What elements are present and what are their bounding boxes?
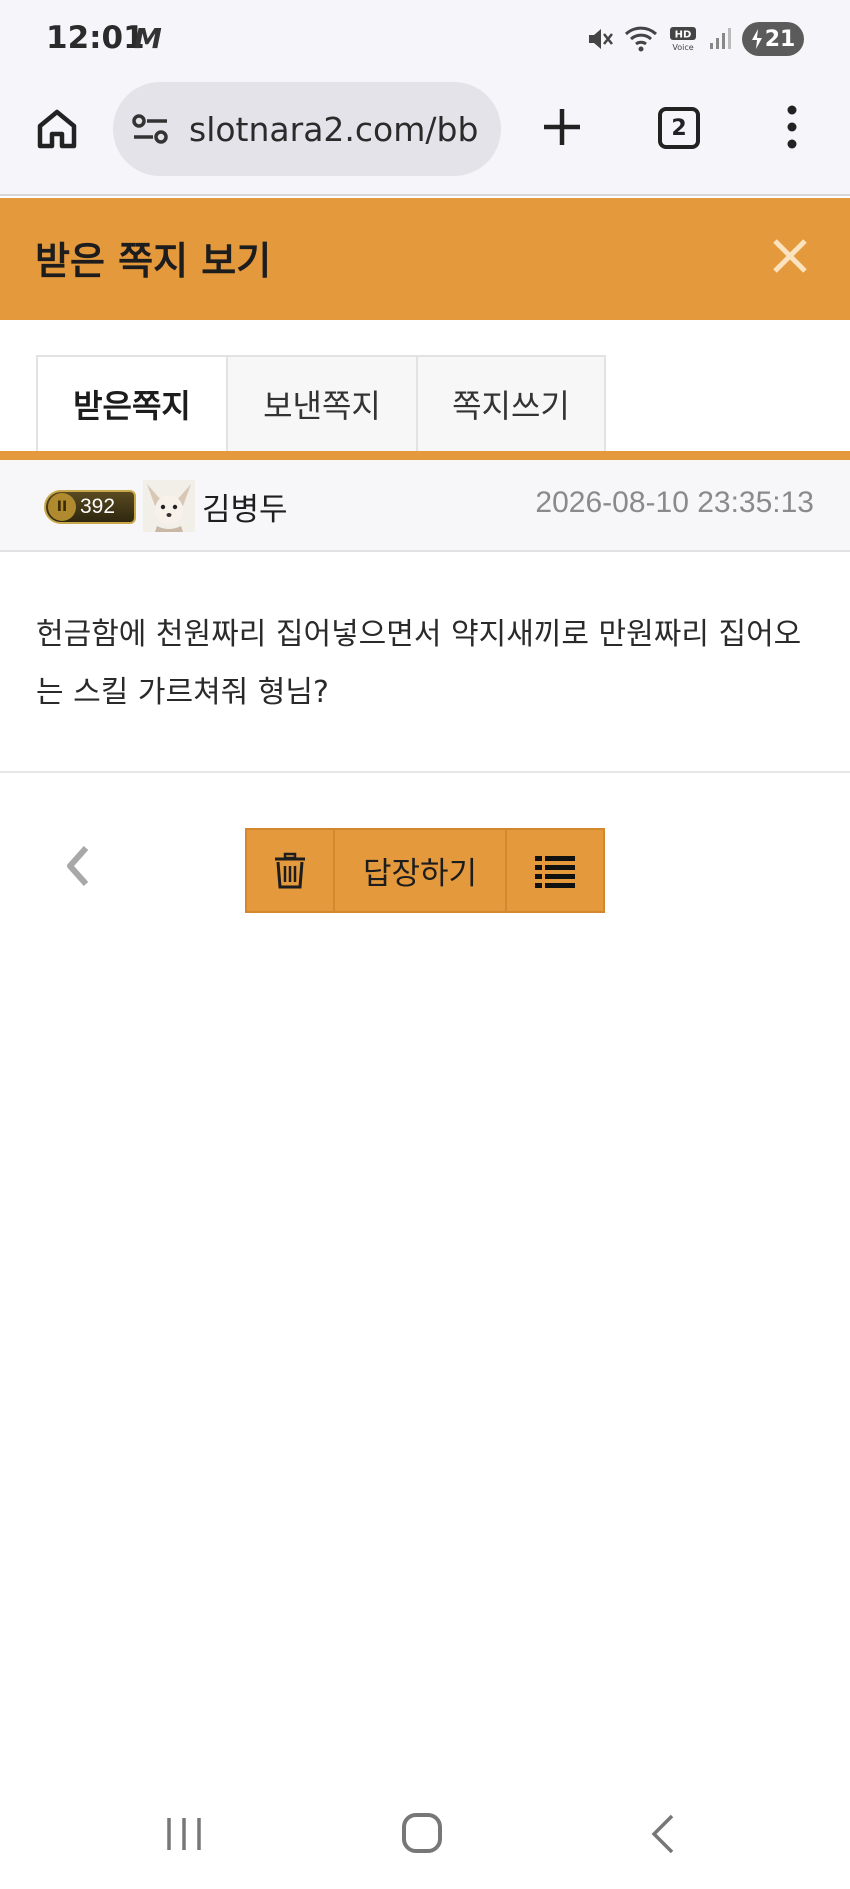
- system-nav-bar: [0, 1780, 850, 1889]
- reply-button[interactable]: 답장하기: [335, 830, 507, 911]
- previous-arrow-icon[interactable]: [62, 844, 92, 888]
- sender-name[interactable]: 김병두: [202, 484, 288, 529]
- divider: [0, 771, 850, 773]
- status-icons: HD Voice 21: [586, 22, 804, 56]
- message-date: 2026-08-10 23:35:13: [535, 486, 814, 519]
- page-title: 받은 쪽지 보기: [35, 239, 272, 283]
- home-nav-icon[interactable]: [402, 1813, 442, 1853]
- tab-sent[interactable]: 보낸쪽지: [226, 355, 416, 451]
- message-tabs: 받은쪽지 보낸쪽지 쪽지쓰기: [36, 355, 606, 451]
- page-header: 받은 쪽지 보기: [0, 198, 850, 320]
- delete-button[interactable]: [247, 830, 335, 911]
- home-icon[interactable]: [32, 104, 82, 154]
- level-badge: II 392: [44, 490, 136, 524]
- wifi-icon: [624, 26, 658, 52]
- avatar[interactable]: [143, 480, 195, 532]
- carrier-icon: M: [134, 22, 162, 55]
- level-icon: II: [48, 493, 76, 521]
- list-icon: [535, 855, 575, 888]
- status-bar: 12:01 M HD Voice 21: [0, 0, 850, 80]
- close-icon[interactable]: [765, 231, 815, 281]
- mute-icon: [589, 29, 613, 49]
- new-tab-icon[interactable]: [537, 102, 587, 152]
- message-actions: 답장하기: [245, 828, 605, 913]
- hd-voice-icon: HD Voice: [670, 27, 696, 52]
- url-text[interactable]: slotnara2.com/bb: [189, 110, 478, 149]
- more-menu-icon[interactable]: [780, 102, 804, 152]
- status-time: 12:01: [46, 20, 145, 56]
- message-header: II 392 김병두 2026-08-10 23:35:13: [0, 460, 850, 552]
- signal-icon: [710, 28, 731, 49]
- tab-underline: [0, 451, 850, 460]
- tab-compose[interactable]: 쪽지쓰기: [416, 355, 606, 451]
- svg-text:Voice: Voice: [672, 43, 693, 52]
- site-settings-icon[interactable]: [131, 112, 171, 146]
- address-bar[interactable]: slotnara2.com/bb: [113, 82, 501, 176]
- level-number: 392: [80, 495, 116, 518]
- battery-level: 21: [764, 26, 796, 52]
- battery-icon: 21: [742, 22, 804, 56]
- browser-toolbar: slotnara2.com/bb 2: [0, 80, 850, 196]
- tab-received[interactable]: 받은쪽지: [36, 355, 226, 451]
- list-button[interactable]: [507, 830, 603, 911]
- svg-text:HD: HD: [675, 30, 692, 41]
- trash-icon: [275, 852, 305, 888]
- back-icon[interactable]: [648, 1812, 678, 1856]
- recents-icon[interactable]: [163, 1814, 205, 1854]
- message-body: 헌금함에 천원짜리 집어넣으면서 약지새끼로 만원짜리 집어오는 스킬 가르쳐줘…: [36, 617, 802, 710]
- tab-switcher-button[interactable]: 2: [658, 107, 700, 149]
